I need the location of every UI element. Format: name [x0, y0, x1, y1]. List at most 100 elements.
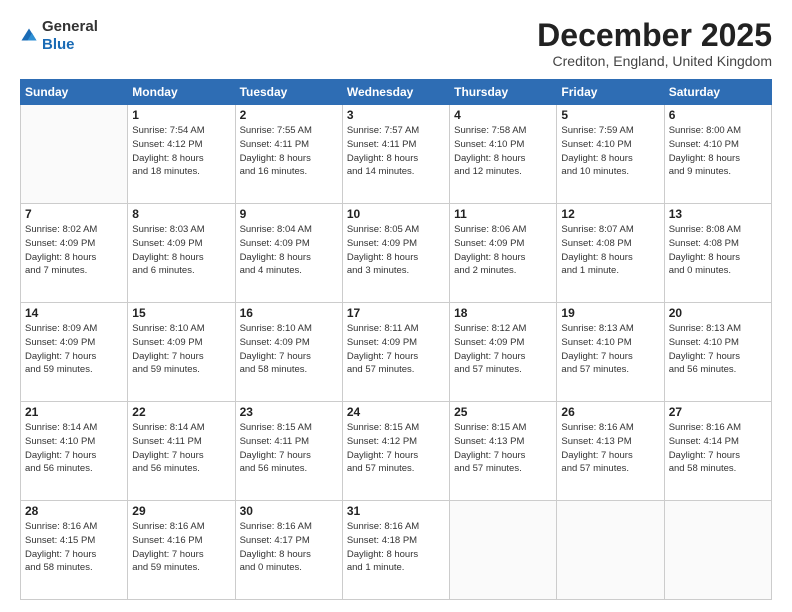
day-number: 26: [561, 405, 659, 419]
day-number: 27: [669, 405, 767, 419]
calendar-cell: 19Sunrise: 8:13 AM Sunset: 4:10 PM Dayli…: [557, 303, 664, 402]
logo-general: General: [42, 18, 98, 35]
calendar-cell: 8Sunrise: 8:03 AM Sunset: 4:09 PM Daylig…: [128, 204, 235, 303]
day-number: 5: [561, 108, 659, 122]
calendar-cell: 23 Sunrise: 8:15 AM Sunset: 4:11 PM Dayli…: [235, 402, 342, 501]
calendar-cell: 25 Sunrise: 8:15 AM Sunset: 4:13 PM Dayli…: [450, 402, 557, 501]
day-info: Sunrise: 8:08 AM Sunset: 4:08 PM Dayligh…: [669, 223, 767, 278]
day-info: Sunrise: 8:10 AM Sunset: 4:09 PM Dayligh…: [240, 322, 338, 377]
calendar-cell: 11Sunrise: 8:06 AM Sunset: 4:09 PM Dayli…: [450, 204, 557, 303]
calendar-week-row-1: 7Sunrise: 8:02 AM Sunset: 4:09 PM Daylig…: [21, 204, 772, 303]
day-info: Sunrise: 8:16 AM Sunset: 4:14 PM Dayligh…: [669, 421, 767, 476]
day-number: 31: [347, 504, 445, 518]
header-tuesday: Tuesday: [235, 80, 342, 105]
title-block: December 2025 Crediton, England, United …: [537, 18, 772, 69]
header-sunday: Sunday: [21, 80, 128, 105]
calendar-cell: [557, 501, 664, 600]
day-number: 14: [25, 306, 123, 320]
day-info: Sunrise: 8:13 AM Sunset: 4:10 PM Dayligh…: [669, 322, 767, 377]
day-info: Sunrise: 8:16 AM Sunset: 4:13 PM Dayligh…: [561, 421, 659, 476]
day-number: 24: [347, 405, 445, 419]
day-number: 20: [669, 306, 767, 320]
calendar-table: Sunday Monday Tuesday Wednesday Thursday…: [20, 79, 772, 600]
calendar-cell: 29 Sunrise: 8:16 AM Sunset: 4:16 PM Dayli…: [128, 501, 235, 600]
calendar-cell: 26 Sunrise: 8:16 AM Sunset: 4:13 PM Dayli…: [557, 402, 664, 501]
calendar-cell: 13 Sunrise: 8:08 AM Sunset: 4:08 PM Dayli…: [664, 204, 771, 303]
calendar-cell: 31 Sunrise: 8:16 AM Sunset: 4:18 PM Dayli…: [342, 501, 449, 600]
calendar-cell: 18Sunrise: 8:12 AM Sunset: 4:09 PM Dayli…: [450, 303, 557, 402]
day-number: 11: [454, 207, 552, 221]
calendar-cell: 4 Sunrise: 7:58 AM Sunset: 4:10 PM Daylig…: [450, 105, 557, 204]
weekday-header-row: Sunday Monday Tuesday Wednesday Thursday…: [21, 80, 772, 105]
header-friday: Friday: [557, 80, 664, 105]
day-number: 17: [347, 306, 445, 320]
logo-text: General Blue: [42, 18, 98, 54]
day-info: Sunrise: 8:16 AM Sunset: 4:15 PM Dayligh…: [25, 520, 123, 575]
calendar-cell: [450, 501, 557, 600]
day-info: Sunrise: 7:59 AM Sunset: 4:10 PM Dayligh…: [561, 124, 659, 179]
calendar-cell: 22Sunrise: 8:14 AM Sunset: 4:11 PM Dayli…: [128, 402, 235, 501]
day-number: 7: [25, 207, 123, 221]
calendar-cell: 10 Sunrise: 8:05 AM Sunset: 4:09 PM Dayli…: [342, 204, 449, 303]
day-info: Sunrise: 8:05 AM Sunset: 4:09 PM Dayligh…: [347, 223, 445, 278]
calendar-week-row-3: 21Sunrise: 8:14 AM Sunset: 4:10 PM Dayli…: [21, 402, 772, 501]
calendar-cell: 15 Sunrise: 8:10 AM Sunset: 4:09 PM Dayli…: [128, 303, 235, 402]
calendar-cell: 2 Sunrise: 7:55 AM Sunset: 4:11 PM Daylig…: [235, 105, 342, 204]
day-number: 13: [669, 207, 767, 221]
day-info: Sunrise: 8:16 AM Sunset: 4:18 PM Dayligh…: [347, 520, 445, 575]
day-info: Sunrise: 7:58 AM Sunset: 4:10 PM Dayligh…: [454, 124, 552, 179]
calendar-cell: 3Sunrise: 7:57 AM Sunset: 4:11 PM Daylig…: [342, 105, 449, 204]
calendar-cell: 1 Sunrise: 7:54 AM Sunset: 4:12 PM Daylig…: [128, 105, 235, 204]
calendar-cell: 5 Sunrise: 7:59 AM Sunset: 4:10 PM Daylig…: [557, 105, 664, 204]
calendar-cell: 14 Sunrise: 8:09 AM Sunset: 4:09 PM Dayli…: [21, 303, 128, 402]
day-number: 9: [240, 207, 338, 221]
day-number: 21: [25, 405, 123, 419]
day-number: 10: [347, 207, 445, 221]
day-info: Sunrise: 8:09 AM Sunset: 4:09 PM Dayligh…: [25, 322, 123, 377]
logo-icon: [20, 27, 38, 45]
header-saturday: Saturday: [664, 80, 771, 105]
day-info: Sunrise: 8:10 AM Sunset: 4:09 PM Dayligh…: [132, 322, 230, 377]
day-number: 6: [669, 108, 767, 122]
day-number: 25: [454, 405, 552, 419]
day-number: 23: [240, 405, 338, 419]
day-info: Sunrise: 8:15 AM Sunset: 4:13 PM Dayligh…: [454, 421, 552, 476]
day-info: Sunrise: 8:12 AM Sunset: 4:09 PM Dayligh…: [454, 322, 552, 377]
day-number: 19: [561, 306, 659, 320]
calendar-cell: 20 Sunrise: 8:13 AM Sunset: 4:10 PM Dayli…: [664, 303, 771, 402]
day-number: 1: [132, 108, 230, 122]
day-info: Sunrise: 8:00 AM Sunset: 4:10 PM Dayligh…: [669, 124, 767, 179]
day-number: 16: [240, 306, 338, 320]
calendar-cell: 9 Sunrise: 8:04 AM Sunset: 4:09 PM Daylig…: [235, 204, 342, 303]
day-number: 28: [25, 504, 123, 518]
calendar-cell: 12 Sunrise: 8:07 AM Sunset: 4:08 PM Dayli…: [557, 204, 664, 303]
header-monday: Monday: [128, 80, 235, 105]
logo: General Blue: [20, 18, 98, 54]
day-number: 30: [240, 504, 338, 518]
day-number: 3: [347, 108, 445, 122]
day-info: Sunrise: 8:04 AM Sunset: 4:09 PM Dayligh…: [240, 223, 338, 278]
day-info: Sunrise: 8:15 AM Sunset: 4:11 PM Dayligh…: [240, 421, 338, 476]
day-info: Sunrise: 7:55 AM Sunset: 4:11 PM Dayligh…: [240, 124, 338, 179]
day-info: Sunrise: 7:54 AM Sunset: 4:12 PM Dayligh…: [132, 124, 230, 179]
calendar-cell: [21, 105, 128, 204]
calendar-cell: 21Sunrise: 8:14 AM Sunset: 4:10 PM Dayli…: [21, 402, 128, 501]
day-info: Sunrise: 8:07 AM Sunset: 4:08 PM Dayligh…: [561, 223, 659, 278]
day-number: 29: [132, 504, 230, 518]
header-thursday: Thursday: [450, 80, 557, 105]
calendar-week-row-2: 14 Sunrise: 8:09 AM Sunset: 4:09 PM Dayli…: [21, 303, 772, 402]
day-info: Sunrise: 8:16 AM Sunset: 4:16 PM Dayligh…: [132, 520, 230, 575]
header-wednesday: Wednesday: [342, 80, 449, 105]
page: General Blue December 2025 Crediton, Eng…: [0, 0, 792, 612]
calendar-cell: 24 Sunrise: 8:15 AM Sunset: 4:12 PM Dayli…: [342, 402, 449, 501]
calendar-cell: 16 Sunrise: 8:10 AM Sunset: 4:09 PM Dayli…: [235, 303, 342, 402]
header: General Blue December 2025 Crediton, Eng…: [20, 18, 772, 69]
day-number: 2: [240, 108, 338, 122]
day-number: 4: [454, 108, 552, 122]
day-info: Sunrise: 8:11 AM Sunset: 4:09 PM Dayligh…: [347, 322, 445, 377]
day-number: 15: [132, 306, 230, 320]
calendar-week-row-4: 28 Sunrise: 8:16 AM Sunset: 4:15 PM Dayli…: [21, 501, 772, 600]
day-info: Sunrise: 8:15 AM Sunset: 4:12 PM Dayligh…: [347, 421, 445, 476]
day-number: 12: [561, 207, 659, 221]
day-number: 8: [132, 207, 230, 221]
